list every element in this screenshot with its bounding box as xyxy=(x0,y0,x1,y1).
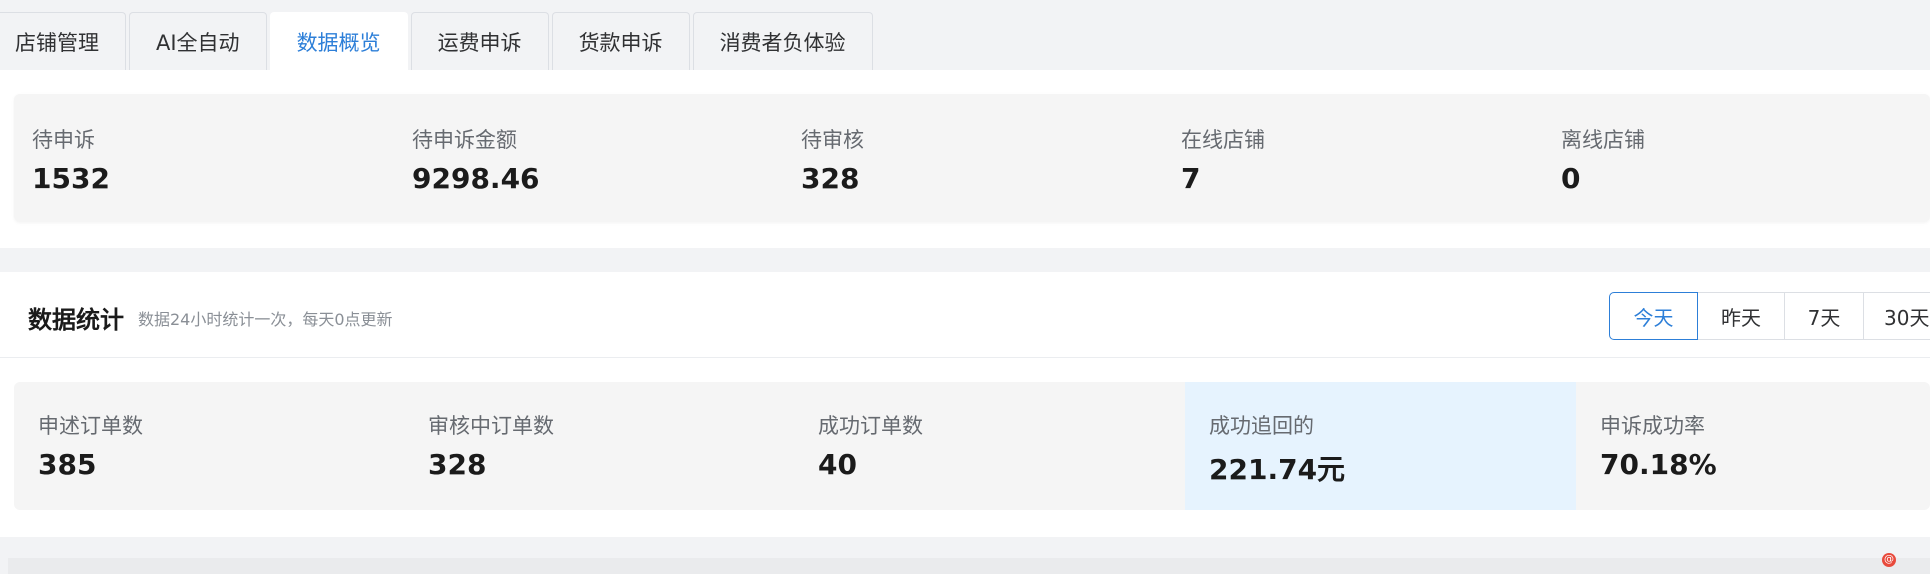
stat-value: 328 xyxy=(428,448,487,481)
tab-data-overview[interactable]: 数据概览 xyxy=(269,12,408,71)
tab-ai-auto[interactable]: AI全自动 xyxy=(129,12,267,70)
stat-label: 申述订单数 xyxy=(38,414,143,438)
corner-badge: @ xyxy=(1882,553,1896,567)
stats-item-recovered-amount: 成功追回的 221.74元 xyxy=(1185,382,1576,510)
tab-bar: 店铺管理 AI全自动 数据概览 运费申诉 货款申诉 消费者负体验 xyxy=(0,0,1930,71)
stat-label: 待申诉 xyxy=(32,128,95,152)
stat-label: 待审核 xyxy=(801,128,864,152)
tab-list: 店铺管理 AI全自动 数据概览 运费申诉 货款申诉 消费者负体验 xyxy=(0,12,873,71)
stat-value: 0 xyxy=(1561,162,1581,195)
date-range-selector: 今天 昨天 7天 30天 xyxy=(1609,292,1930,340)
stat-value: 9298.46 xyxy=(412,162,540,195)
tab-store-management[interactable]: 店铺管理 xyxy=(0,12,126,70)
stat-label: 离线店铺 xyxy=(1561,128,1645,152)
stat-value: 385 xyxy=(38,448,97,481)
stat-value: 1532 xyxy=(32,162,110,195)
stat-label: 审核中订单数 xyxy=(428,414,554,438)
next-section-edge xyxy=(8,558,1930,574)
stat-value: 40 xyxy=(818,448,857,481)
stat-value: 328 xyxy=(801,162,860,195)
stats-item-reviewing-orders: 审核中订单数 328 xyxy=(404,382,794,510)
section-title: 数据统计 xyxy=(28,306,124,334)
range-yesterday-button[interactable]: 昨天 xyxy=(1697,292,1785,340)
stat-label: 申诉成功率 xyxy=(1600,414,1705,438)
stat-value: 70.18% xyxy=(1600,448,1717,481)
range-30-days-button[interactable]: 30天 xyxy=(1863,292,1930,340)
stat-value: 7 xyxy=(1181,162,1201,195)
stat-label: 成功订单数 xyxy=(818,414,923,438)
stat-label: 在线店铺 xyxy=(1181,128,1265,152)
section-subtitle: 数据24小时统计一次，每天0点更新 xyxy=(138,310,393,329)
range-today-button[interactable]: 今天 xyxy=(1609,292,1698,340)
statistics-panel: 数据统计 数据24小时统计一次，每天0点更新 今天 昨天 7天 30天 申述订单… xyxy=(0,272,1930,537)
range-7-days-button[interactable]: 7天 xyxy=(1784,292,1864,340)
stats-item-appeal-orders: 申述订单数 385 xyxy=(14,382,404,510)
stats-item-success-rate: 申诉成功率 70.18% xyxy=(1576,382,1930,510)
stats-card: 申述订单数 385 审核中订单数 328 成功订单数 40 成功追回的 221.… xyxy=(14,382,1930,510)
stat-label: 待申诉金额 xyxy=(412,128,517,152)
divider xyxy=(0,357,1930,358)
summary-panel: 待申诉 1532 待申诉金额 9298.46 待审核 328 在线店铺 7 离线… xyxy=(0,70,1930,248)
stat-label: 成功追回的 xyxy=(1209,414,1314,438)
stat-value: 221.74元 xyxy=(1209,453,1346,486)
tab-payment-appeal[interactable]: 货款申诉 xyxy=(551,12,690,70)
summary-card: 待申诉 1532 待申诉金额 9298.46 待审核 328 在线店铺 7 离线… xyxy=(14,94,1930,222)
tab-consumer-negative-experience[interactable]: 消费者负体验 xyxy=(692,12,873,70)
stats-item-success-orders: 成功订单数 40 xyxy=(794,382,1185,510)
tab-freight-appeal[interactable]: 运费申诉 xyxy=(410,12,549,70)
